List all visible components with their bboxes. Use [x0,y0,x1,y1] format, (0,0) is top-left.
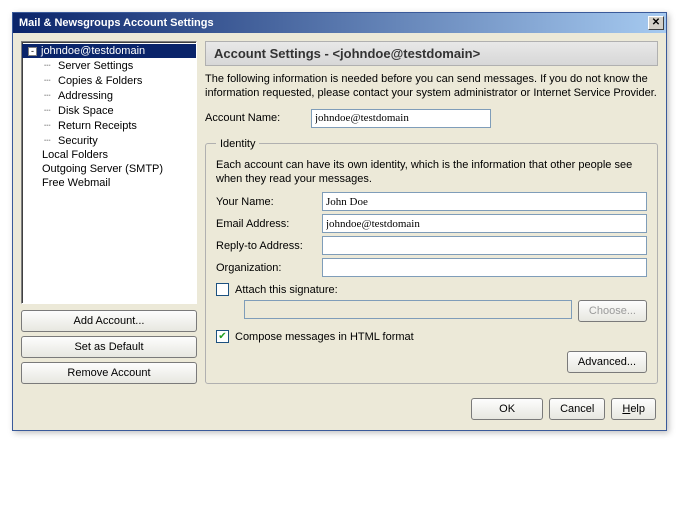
tree-item-server-settings[interactable]: ┄Server Settings [22,58,196,73]
set-default-button[interactable]: Set as Default [21,336,197,358]
signature-path-row: Choose... [244,300,647,322]
reply-to-input[interactable] [322,236,647,255]
account-name-input[interactable] [311,109,491,128]
signature-path-input [244,300,572,319]
tree-item-label: Disk Space [58,105,114,117]
tree-item-account[interactable]: - johndoe@testdomain [22,44,196,58]
your-name-row: Your Name: [216,192,647,211]
tree-item-security[interactable]: ┄Security [22,133,196,148]
organization-label: Organization: [216,262,316,274]
dialog-buttons: OK Cancel Help [13,392,666,430]
tree-item-label: Server Settings [58,60,133,72]
tree-item-local-folders[interactable]: Local Folders [22,148,196,162]
add-account-button[interactable]: Add Account... [21,310,197,332]
compose-html-row: ✔ Compose messages in HTML format [216,330,647,343]
header-prefix: Account Settings - < [214,46,340,61]
tree-item-label: Copies & Folders [58,75,142,87]
account-name-row: Account Name: [205,109,658,128]
compose-html-checkbox[interactable]: ✔ [216,330,229,343]
ok-button[interactable]: OK [471,398,543,420]
tree-item-smtp[interactable]: Outgoing Server (SMTP) [22,162,196,176]
close-icon[interactable]: ✕ [648,16,664,30]
account-tree[interactable]: - johndoe@testdomain ┄Server Settings ┄C… [21,41,197,304]
collapse-icon[interactable]: - [28,47,37,56]
cancel-button[interactable]: Cancel [549,398,605,420]
identity-desc: Each account can have its own identity, … [216,158,647,187]
identity-legend: Identity [216,138,259,150]
account-settings-window: Mail & Newsgroups Account Settings ✕ - j… [12,12,667,431]
organization-input[interactable] [322,258,647,277]
your-name-input[interactable] [322,192,647,211]
compose-html-label: Compose messages in HTML format [235,331,414,343]
email-row: Email Address: [216,214,647,233]
client-area: - johndoe@testdomain ┄Server Settings ┄C… [13,33,666,392]
content-pane: Account Settings - <johndoe@testdomain> … [205,41,658,384]
window-title: Mail & Newsgroups Account Settings [19,17,214,29]
tree-item-label: Addressing [58,90,113,102]
org-row: Organization: [216,258,647,277]
advanced-button[interactable]: Advanced... [567,351,647,373]
header-account: johndoe@testdomain [340,46,473,61]
tree-item-disk-space[interactable]: ┄Disk Space [22,103,196,118]
tree-item-label: Return Receipts [58,120,137,132]
sidebar-buttons: Add Account... Set as Default Remove Acc… [21,310,197,384]
help-rest: elp [630,403,645,415]
tree-item-free-webmail[interactable]: Free Webmail [22,176,196,190]
sidebar: - johndoe@testdomain ┄Server Settings ┄C… [21,41,197,384]
identity-group: Identity Each account can have its own i… [205,138,658,385]
attach-signature-row: Attach this signature: [216,283,647,296]
email-input[interactable] [322,214,647,233]
reply-row: Reply-to Address: [216,236,647,255]
your-name-label: Your Name: [216,196,316,208]
tree-item-label: Free Webmail [42,177,110,189]
content-header: Account Settings - <johndoe@testdomain> [205,41,658,66]
intro-text: The following information is needed befo… [205,72,658,101]
tree-item-label: Outgoing Server (SMTP) [42,163,163,175]
reply-to-label: Reply-to Address: [216,240,316,252]
attach-signature-checkbox[interactable] [216,283,229,296]
titlebar[interactable]: Mail & Newsgroups Account Settings ✕ [13,13,666,33]
header-suffix: > [473,46,481,61]
account-name-label: Account Name: [205,112,305,124]
tree-item-return-receipts[interactable]: ┄Return Receipts [22,118,196,133]
choose-signature-button: Choose... [578,300,647,322]
attach-signature-label: Attach this signature: [235,284,338,296]
tree-item-label: johndoe@testdomain [41,45,145,57]
email-label: Email Address: [216,218,316,230]
help-button[interactable]: Help [611,398,656,420]
tree-item-label: Security [58,135,98,147]
remove-account-button[interactable]: Remove Account [21,362,197,384]
advanced-row: Advanced... [216,351,647,373]
tree-item-label: Local Folders [42,149,108,161]
tree-item-addressing[interactable]: ┄Addressing [22,88,196,103]
tree-item-copies-folders[interactable]: ┄Copies & Folders [22,73,196,88]
